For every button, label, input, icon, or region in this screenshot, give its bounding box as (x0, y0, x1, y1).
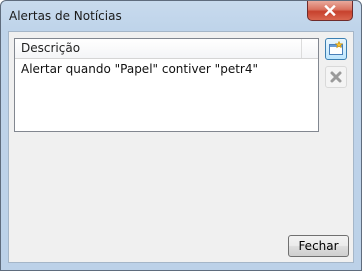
fechar-button[interactable]: Fechar (288, 235, 349, 257)
new-alert-icon (329, 41, 344, 55)
window-title: Alertas de Notícias (9, 9, 122, 23)
window-close-button[interactable] (307, 1, 353, 21)
dialog-client-area: Descrição Alertar quando "Papel" contive… (8, 31, 354, 263)
add-alert-button[interactable] (325, 38, 347, 60)
delete-alert-button[interactable] (325, 66, 347, 88)
title-bar[interactable]: Alertas de Notícias (1, 1, 361, 31)
list-item[interactable]: Alertar quando "Papel" contiver "petr4" (15, 61, 318, 78)
dialog-window: Alertas de Notícias Descrição Alertar qu… (0, 0, 362, 271)
list-header: Descrição (15, 39, 318, 59)
delete-x-icon (330, 71, 342, 83)
close-icon (324, 5, 336, 16)
column-header-descricao[interactable]: Descrição (15, 39, 302, 58)
alerts-list[interactable]: Descrição Alertar quando "Papel" contive… (14, 38, 319, 132)
